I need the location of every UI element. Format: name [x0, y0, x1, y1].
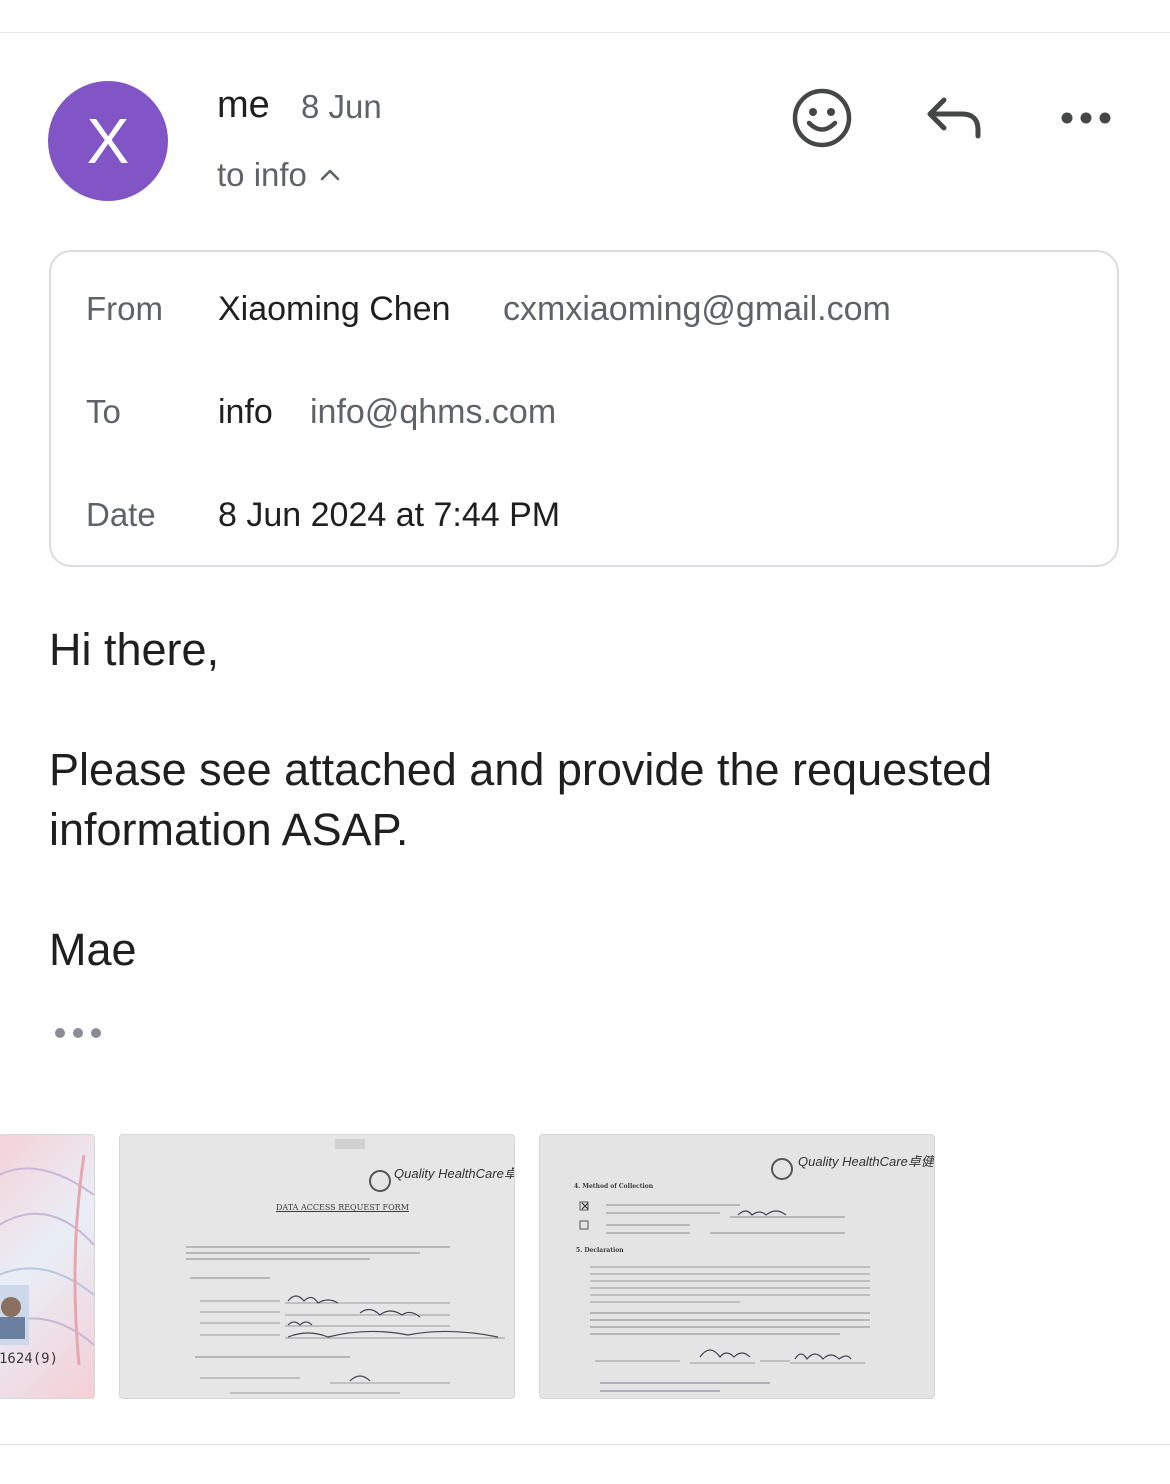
- recipient-summary: to info: [217, 156, 307, 193]
- body-greeting: Hi there,: [49, 624, 220, 675]
- show-trimmed-content-icon: [55, 1028, 101, 1038]
- to-email[interactable]: info@qhms.com: [310, 393, 556, 432]
- show-trimmed-content-button[interactable]: [52, 1022, 104, 1044]
- from-label: From: [86, 290, 163, 327]
- qhc-logo-text: Quality HealthCare卓健: [798, 1154, 934, 1169]
- emoji-react-icon: [792, 88, 852, 148]
- sender-name: me: [217, 84, 270, 126]
- reply-icon: [927, 97, 981, 139]
- sent-date: 8 Jun: [301, 88, 382, 125]
- body-line-1: Please see attached and provide the requ…: [49, 744, 993, 795]
- emoji-react-button[interactable]: [790, 86, 854, 150]
- message-details-card: From Xiaoming Chen cxmxiaoming@gmail.com…: [49, 250, 1119, 567]
- qhc-logo-text: Quality HealthCare卓健: [394, 1166, 514, 1181]
- attachment-thumbnail-declaration-form[interactable]: Quality HealthCare卓健 4. Method of Collec…: [539, 1134, 935, 1399]
- reply-button[interactable]: [922, 88, 986, 148]
- date-label: Date: [86, 496, 156, 533]
- body-line-2: information ASAP.: [49, 804, 409, 855]
- form-scan-lines: [579, 1158, 870, 1392]
- to-label: To: [86, 393, 121, 430]
- attachment-thumbnail-id-card[interactable]: 1624(9): [0, 1134, 95, 1399]
- body-signature: Mae: [49, 924, 137, 975]
- chevron-up-icon: [320, 169, 340, 181]
- id-number-fragment: 1624(9): [0, 1351, 59, 1367]
- recipient-details-toggle[interactable]: to info: [217, 156, 341, 194]
- top-divider: [0, 32, 1170, 33]
- form-title: DATA ACCESS REQUEST FORM: [276, 1203, 409, 1212]
- sender-avatar[interactable]: X: [48, 81, 168, 201]
- to-name[interactable]: info: [218, 393, 273, 432]
- section-5-heading: 5. Declaration: [576, 1247, 624, 1254]
- more-options-icon: [1061, 112, 1111, 124]
- from-name[interactable]: Xiaoming Chen: [218, 290, 450, 329]
- more-options-button[interactable]: [1056, 98, 1116, 138]
- from-email[interactable]: cxmxiaoming@gmail.com: [503, 290, 891, 329]
- attachment-thumbnail-request-form[interactable]: Quality HealthCare卓健 DATA ACCESS REQUEST…: [119, 1134, 515, 1399]
- section-4-heading: 4. Method of Collection: [574, 1183, 654, 1190]
- bottom-divider: [0, 1444, 1170, 1445]
- date-value: 8 Jun 2024 at 7:44 PM: [218, 496, 561, 534]
